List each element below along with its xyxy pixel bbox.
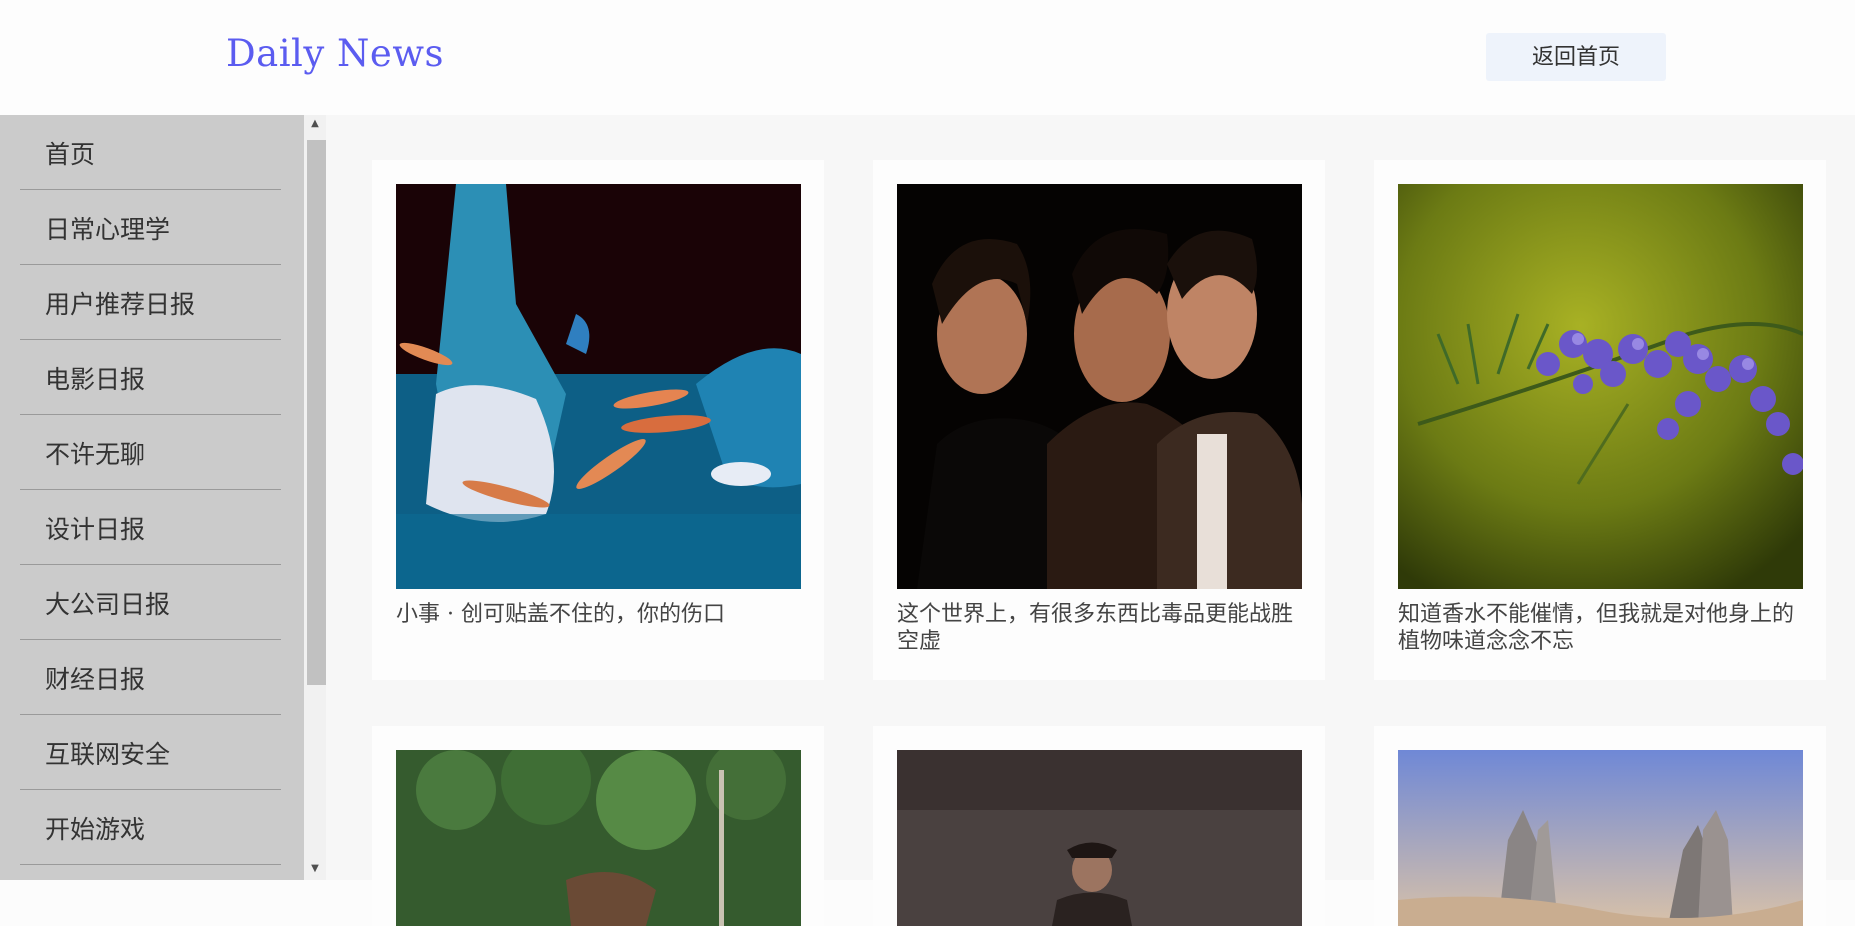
sidebar-item-label: 不许无聊 bbox=[45, 440, 146, 469]
story-card[interactable] bbox=[1374, 726, 1826, 926]
sidebar-item-label: 用户推荐日报 bbox=[45, 290, 196, 319]
sidebar-item-design[interactable]: 设计日报 bbox=[20, 490, 281, 565]
scroll-up-arrow-icon[interactable]: ▲ bbox=[304, 115, 326, 133]
sidebar-item-label: 首页 bbox=[45, 140, 96, 169]
sidebar-item-label: 电影日报 bbox=[45, 365, 146, 394]
scroll-down-arrow-icon[interactable]: ▼ bbox=[304, 860, 326, 878]
sidebar-item-no-boredom[interactable]: 不许无聊 bbox=[20, 415, 281, 490]
story-title[interactable]: 小事 · 创可贴盖不住的，你的伤口 bbox=[396, 601, 801, 628]
sidebar-item-psychology[interactable]: 日常心理学 bbox=[20, 190, 281, 265]
story-image[interactable] bbox=[897, 184, 1302, 589]
story-card[interactable]: 这个世界上，有很多东西比毒品更能战胜空虚 bbox=[873, 160, 1325, 680]
sidebar: 首页 日常心理学 用户推荐日报 电影日报 不许无聊 设计日报 大公司日报 财经日… bbox=[0, 115, 304, 880]
story-title[interactable]: 知道香水不能催情，但我就是对他身上的植物味道念念不忘 bbox=[1398, 601, 1803, 655]
sidebar-item-finance[interactable]: 财经日报 bbox=[20, 640, 281, 715]
sidebar-item-label: 财经日报 bbox=[45, 665, 146, 694]
sidebar-item-home[interactable]: 首页 bbox=[20, 115, 281, 190]
story-card[interactable]: 小事 · 创可贴盖不住的，你的伤口 bbox=[372, 160, 824, 680]
story-image[interactable] bbox=[1398, 184, 1803, 589]
story-card[interactable]: 知道香水不能催情，但我就是对他身上的植物味道念念不忘 bbox=[1374, 160, 1826, 680]
site-logo[interactable]: Daily News bbox=[226, 32, 444, 75]
sidebar-item-label: 互联网安全 bbox=[45, 740, 171, 769]
sidebar-item-user-recommend[interactable]: 用户推荐日报 bbox=[20, 265, 281, 340]
sidebar-item-movie[interactable]: 电影日报 bbox=[20, 340, 281, 415]
header: Daily News 返回首页 bbox=[0, 0, 1855, 115]
story-image[interactable] bbox=[897, 750, 1302, 926]
sidebar-item-label: 开始游戏 bbox=[45, 815, 146, 844]
back-home-button[interactable]: 返回首页 bbox=[1486, 33, 1666, 81]
sidebar-item-label: 日常心理学 bbox=[45, 215, 171, 244]
story-card[interactable] bbox=[372, 726, 824, 926]
scroll-thumb[interactable] bbox=[307, 140, 326, 685]
story-image[interactable] bbox=[1398, 750, 1803, 926]
sidebar-scrollbar[interactable]: ▲ ▼ bbox=[304, 115, 326, 880]
sidebar-item-big-company[interactable]: 大公司日报 bbox=[20, 565, 281, 640]
sidebar-item-internet-security[interactable]: 互联网安全 bbox=[20, 715, 281, 790]
story-image[interactable] bbox=[396, 750, 801, 926]
sidebar-item-label: 设计日报 bbox=[45, 515, 146, 544]
sidebar-item-label: 大公司日报 bbox=[45, 590, 171, 619]
story-card[interactable] bbox=[873, 726, 1325, 926]
story-title[interactable]: 这个世界上，有很多东西比毒品更能战胜空虚 bbox=[897, 601, 1302, 655]
story-image[interactable] bbox=[396, 184, 801, 589]
story-grid: 小事 · 创可贴盖不住的，你的伤口 这个世界上，有很多东西比毒品更能战胜空虚 知… bbox=[326, 115, 1855, 926]
sidebar-item-games[interactable]: 开始游戏 bbox=[20, 790, 281, 865]
